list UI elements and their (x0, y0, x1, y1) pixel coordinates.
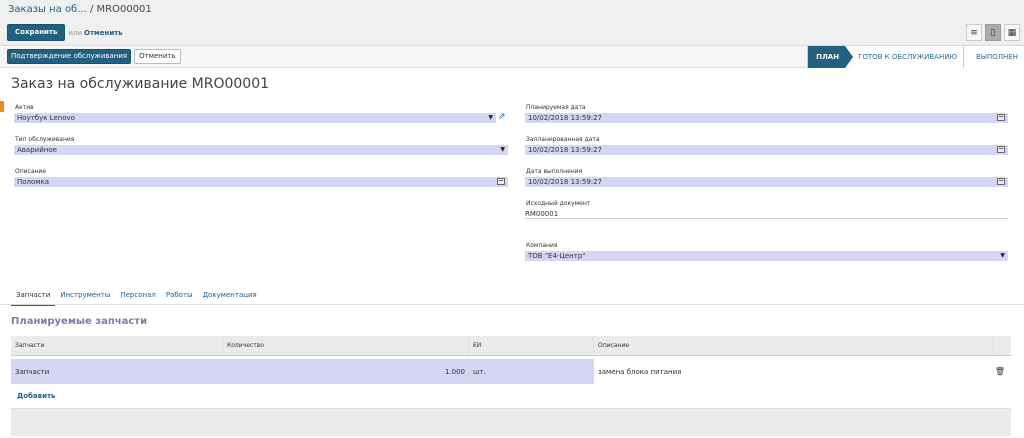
chevron-down-icon[interactable]: ▼ (488, 113, 493, 123)
maintenance-type-label: Тип обслуживания (15, 136, 75, 143)
calendar-icon[interactable] (997, 114, 1005, 121)
stage-ready[interactable]: ГОТОВ К ОБСЛУЖИВАНИЮ (845, 46, 964, 68)
add-line-link[interactable]: Добавить (17, 392, 55, 400)
stage-plan[interactable]: ПЛАН (807, 46, 854, 68)
breadcrumb-current: MRO00001 (96, 4, 152, 15)
translate-icon[interactable] (497, 178, 505, 185)
breadcrumb-parent-link[interactable]: Заказы на об... (8, 4, 87, 15)
planned-date-label: Планируемая дата (526, 104, 586, 111)
scheduled-date-field[interactable]: 10/02/2018 13:59:27 (525, 145, 1008, 155)
column-header-quantity[interactable]: Количество (223, 336, 469, 355)
maintenance-type-value: Аварийное (17, 146, 57, 154)
header-buttons: Подтверждение обслуживания Отменить (7, 49, 181, 64)
company-field[interactable]: ТОВ "Е4-Центр" ▼ (525, 251, 1008, 261)
scheduled-date-value: 10/02/2018 13:59:27 (528, 146, 603, 154)
trash-icon[interactable]: 🗑 (995, 367, 1005, 376)
parts-table-header: Запчасти Количество ЕИ Описание (11, 336, 1011, 356)
quantity-cell[interactable]: 1.000 (223, 359, 469, 384)
chevron-down-icon[interactable]: ▼ (1000, 251, 1005, 261)
description-value: Поломка (17, 178, 50, 186)
calendar-view-icon[interactable]: ▦ (1004, 24, 1020, 41)
form-sheet: Подтверждение обслуживания Отменить ПЛАН… (0, 45, 1024, 438)
control-panel: Заказы на об... / MRO00001 Сохранить или… (0, 0, 1024, 44)
chevron-down-icon[interactable]: ▼ (500, 145, 505, 155)
description-label: Описание (15, 168, 47, 175)
planned-date-value: 10/02/2018 13:59:27 (528, 114, 603, 122)
breadcrumb-separator: / (89, 4, 94, 15)
status-bar: Подтверждение обслуживания Отменить ПЛАН… (0, 46, 1024, 68)
list-view-icon[interactable]: ≡ (966, 24, 982, 41)
description-field[interactable]: Поломка (14, 177, 508, 187)
breadcrumb: Заказы на об... / MRO00001 (8, 4, 152, 15)
asset-label: Актив (15, 104, 34, 111)
discard-link[interactable]: Отменить (84, 29, 123, 37)
execution-date-value: 10/02/2018 13:59:27 (528, 178, 603, 186)
form-view-icon[interactable]: ▯ (985, 24, 1001, 41)
execution-date-label: Дата выполнения (526, 168, 583, 175)
calendar-icon[interactable] (997, 146, 1005, 153)
side-accent-marker (0, 101, 4, 112)
save-button[interactable]: Сохранить (7, 24, 66, 41)
maintenance-type-field[interactable]: Аварийное ▼ (14, 145, 508, 155)
confirm-maintenance-button[interactable]: Подтверждение обслуживания (7, 49, 132, 64)
scheduled-date-label: Запланированная дата (526, 136, 600, 143)
asset-value: Ноутбук Lenovo (17, 114, 75, 122)
company-value: ТОВ "Е4-Центр" (528, 252, 586, 260)
external-link-icon[interactable]: ⇗ (498, 112, 506, 122)
asset-field[interactable]: Ноутбук Lenovo ▼ (14, 113, 496, 123)
column-header-part[interactable]: Запчасти (11, 336, 223, 355)
column-header-uom[interactable]: ЕИ (469, 336, 594, 355)
execution-date-field[interactable]: 10/02/2018 13:59:27 (525, 177, 1008, 187)
tabs-divider (0, 304, 1024, 305)
company-label: Компания (526, 242, 558, 249)
page-title: Заказ на обслуживание MRO00001 (11, 76, 270, 92)
column-header-description[interactable]: Описание (594, 336, 994, 355)
stage-done[interactable]: ВЫПОЛНЕН (963, 46, 1024, 68)
save-row: Сохранить или Отменить (7, 24, 123, 41)
source-document-field[interactable]: RM00001 (525, 209, 1008, 219)
or-text: или (68, 28, 82, 37)
stage-pipeline: ПЛАН ГОТОВ К ОБСЛУЖИВАНИЮ ВЫПОЛНЕН (807, 46, 1024, 68)
calendar-icon[interactable] (997, 178, 1005, 185)
view-switcher: ≡ ▯ ▦ (966, 24, 1020, 41)
description-cell[interactable]: замена блока питания (594, 359, 994, 384)
planned-parts-title: Планируемые запчасти (11, 316, 148, 327)
part-cell[interactable]: Запчасти (11, 359, 223, 384)
uom-cell[interactable]: шт. (469, 359, 594, 384)
planned-date-field[interactable]: 10/02/2018 13:59:27 (525, 113, 1008, 123)
source-document-label: Исходный документ (526, 200, 591, 207)
parts-table-footer (11, 408, 1011, 436)
table-row[interactable]: Запчасти 1.000 шт. замена блока питания … (11, 359, 1011, 384)
cancel-order-button[interactable]: Отменить (134, 49, 181, 64)
